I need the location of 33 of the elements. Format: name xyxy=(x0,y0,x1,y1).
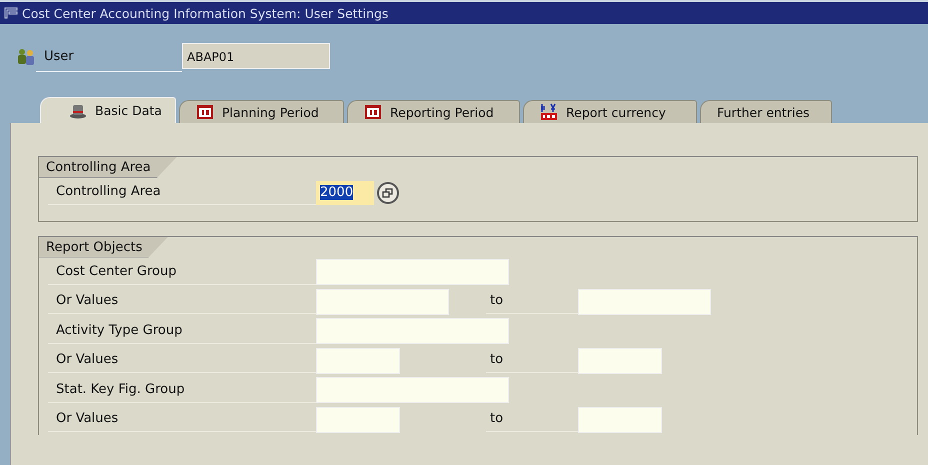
input-field[interactable] xyxy=(316,288,449,315)
users-icon xyxy=(16,48,36,66)
field-label: Or Values xyxy=(48,289,316,314)
input-field[interactable] xyxy=(578,348,662,374)
input-field[interactable] xyxy=(316,318,509,344)
field-label: Cost Center Group xyxy=(48,260,316,285)
field-label: Or Values xyxy=(48,407,316,432)
section-title: Controlling Area xyxy=(39,157,177,178)
calendar-icon xyxy=(364,104,382,120)
controlling-area-field[interactable]: 2000 xyxy=(316,180,374,205)
input-field[interactable] xyxy=(316,348,400,374)
calendar-icon xyxy=(196,104,214,120)
value-help-icon[interactable] xyxy=(376,180,400,205)
window-icon xyxy=(4,7,18,19)
user-field: ABAP01 xyxy=(182,43,330,69)
tab[interactable]: Basic Data xyxy=(40,97,176,123)
field-label: Controlling Area xyxy=(48,180,316,206)
tab[interactable]: Report currency xyxy=(523,100,697,123)
input-field[interactable] xyxy=(316,377,509,404)
input-field[interactable] xyxy=(578,288,711,315)
input-field[interactable] xyxy=(316,406,400,433)
section-title: Report Objects xyxy=(39,236,168,258)
field-label: Or Values xyxy=(48,348,316,374)
input-field[interactable] xyxy=(316,259,509,286)
input-field[interactable] xyxy=(578,406,662,433)
tab[interactable]: Reporting Period xyxy=(347,100,520,123)
hat-icon xyxy=(69,102,87,118)
tab[interactable]: Planning Period xyxy=(179,100,344,123)
field-label: Activity Type Group xyxy=(48,318,316,344)
tab[interactable]: Further entries xyxy=(700,100,832,123)
currency-icon xyxy=(540,103,558,121)
window-title: Cost Center Accounting Information System: User Settings xyxy=(22,6,388,20)
field-label: Stat. Key Fig. Group xyxy=(48,378,316,403)
